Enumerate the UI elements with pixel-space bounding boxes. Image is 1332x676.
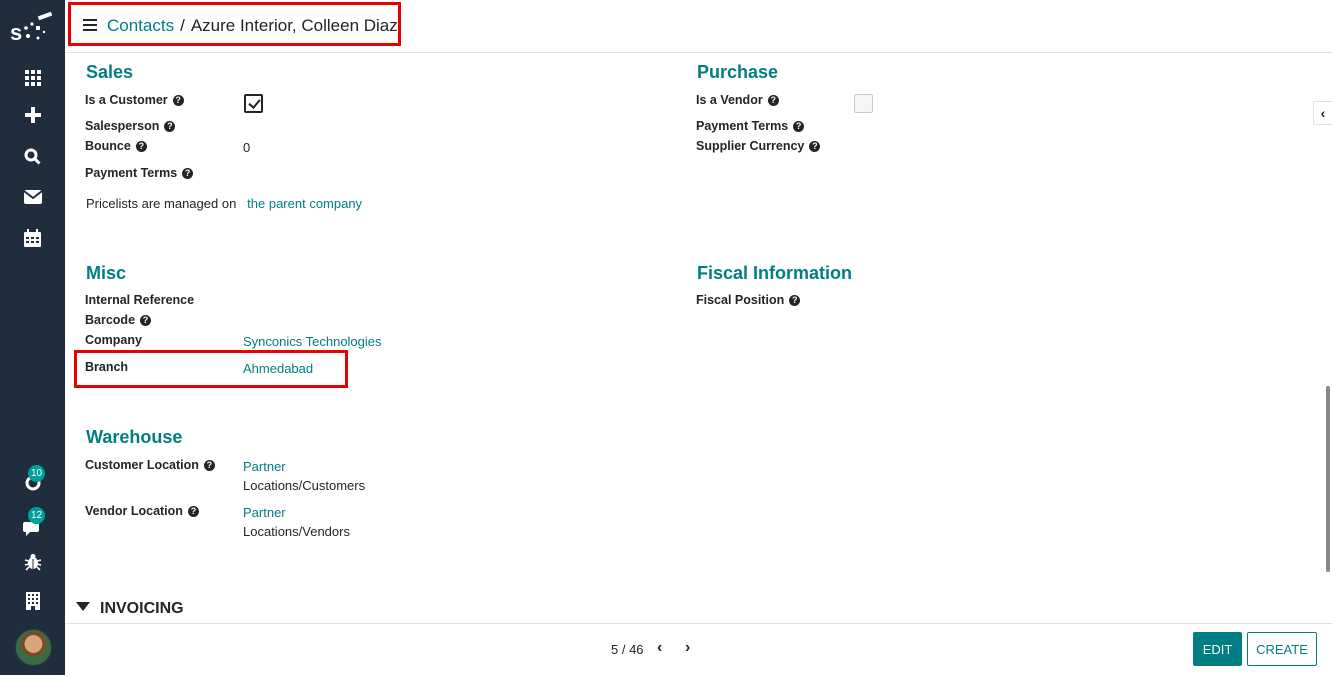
apps-grid-icon[interactable] bbox=[0, 61, 65, 95]
caret-down-icon bbox=[76, 602, 90, 611]
pricelist-note: Pricelists are managed on the parent com… bbox=[86, 196, 363, 211]
sidebar: s 10 12 bbox=[0, 0, 65, 675]
supplier-currency-label: Supplier Currency? bbox=[696, 139, 821, 153]
bug-icon[interactable] bbox=[0, 545, 65, 579]
svg-text:s: s bbox=[10, 20, 22, 45]
user-avatar[interactable] bbox=[15, 629, 52, 666]
is-customer-checkbox[interactable] bbox=[244, 94, 263, 113]
messages-badge: 12 bbox=[28, 507, 46, 524]
pager-next-icon[interactable]: › bbox=[685, 639, 690, 657]
building-icon[interactable] bbox=[0, 584, 65, 618]
customer-location-label: Customer Location? bbox=[85, 458, 215, 472]
customer-location-path: Locations/Customers bbox=[243, 478, 366, 493]
help-icon[interactable]: ? bbox=[164, 121, 176, 132]
invoicing-section-toggle[interactable]: INVOICING bbox=[76, 600, 184, 618]
help-icon[interactable]: ? bbox=[172, 95, 184, 106]
activity-badge: 10 bbox=[28, 465, 46, 482]
company-label: Company bbox=[85, 333, 142, 347]
sales-section-title: Sales bbox=[86, 62, 134, 82]
help-icon[interactable]: ? bbox=[793, 121, 805, 132]
bottom-action-bar: 5 / 46 ‹ › EDIT CREATE bbox=[65, 623, 1332, 676]
salesperson-label: Salesperson? bbox=[85, 119, 176, 133]
edit-button[interactable]: EDIT bbox=[1193, 632, 1242, 666]
chevron-left-icon[interactable]: ‹ bbox=[1313, 101, 1332, 125]
misc-section-title: Misc bbox=[86, 263, 127, 283]
vendor-location-path: Locations/Vendors bbox=[243, 524, 350, 539]
internal-reference-label: Internal Reference bbox=[85, 293, 195, 307]
highlight-box-breadcrumb bbox=[68, 2, 401, 46]
help-icon[interactable]: ? bbox=[140, 315, 152, 326]
parent-company-link[interactable]: the parent company bbox=[247, 196, 362, 211]
sales-payment-terms-label: Payment Terms? bbox=[85, 166, 194, 180]
is-vendor-checkbox[interactable] bbox=[854, 94, 873, 113]
is-customer-label: Is a Customer? bbox=[85, 93, 184, 107]
plus-icon[interactable] bbox=[0, 98, 65, 132]
help-icon[interactable]: ? bbox=[182, 168, 194, 179]
search-icon[interactable] bbox=[0, 139, 65, 173]
calendar-icon[interactable] bbox=[0, 221, 65, 255]
purchase-payment-terms-label: Payment Terms? bbox=[696, 119, 805, 133]
vertical-scrollbar[interactable] bbox=[1326, 386, 1330, 572]
company-value-link[interactable]: Synconics Technologies bbox=[243, 334, 382, 349]
fiscal-position-label: Fiscal Position? bbox=[696, 293, 801, 307]
help-icon[interactable]: ? bbox=[789, 295, 801, 306]
highlight-box-branch bbox=[74, 350, 348, 388]
synconics-logo-icon[interactable]: s bbox=[8, 8, 58, 46]
create-button[interactable]: CREATE bbox=[1247, 632, 1317, 666]
bounce-label: Bounce? bbox=[85, 139, 147, 153]
is-vendor-label: Is a Vendor? bbox=[696, 93, 779, 107]
mail-icon[interactable] bbox=[0, 180, 65, 214]
pager-value[interactable]: 5 / 46 bbox=[611, 642, 644, 657]
purchase-section-title: Purchase bbox=[697, 62, 779, 82]
vendor-location-label: Vendor Location? bbox=[85, 504, 199, 518]
help-icon[interactable]: ? bbox=[135, 141, 147, 152]
help-icon[interactable]: ? bbox=[767, 95, 779, 106]
customer-location-link[interactable]: Partner bbox=[243, 459, 286, 474]
fiscal-section-title: Fiscal Information bbox=[697, 263, 853, 283]
warehouse-section-title: Warehouse bbox=[86, 427, 183, 447]
help-icon[interactable]: ? bbox=[809, 141, 821, 152]
pager-previous-icon[interactable]: ‹ bbox=[657, 639, 662, 657]
barcode-label: Barcode? bbox=[85, 313, 152, 327]
help-icon[interactable]: ? bbox=[187, 506, 199, 517]
vendor-location-link[interactable]: Partner bbox=[243, 505, 286, 520]
help-icon[interactable]: ? bbox=[203, 460, 215, 471]
bounce-value: 0 bbox=[243, 140, 251, 155]
